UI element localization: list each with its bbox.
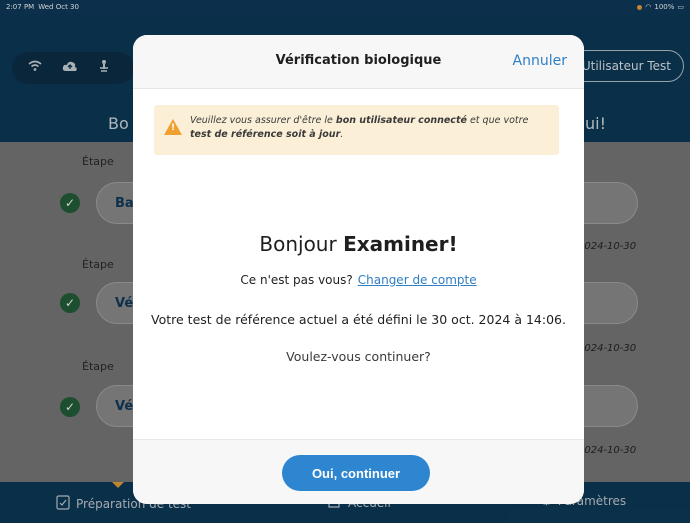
warning-icon: ! <box>164 119 182 135</box>
reference-test-info: Votre test de référence actuel a été déf… <box>151 312 566 327</box>
not-you-line: Ce n'est pas vous? Changer de compte <box>133 273 584 287</box>
greeting-word: Bonjour <box>259 232 337 256</box>
confirm-continue-button[interactable]: Oui, continuer <box>282 455 430 491</box>
biological-verification-dialog: Vérification biologique Annuler ! Veuill… <box>133 35 584 504</box>
cancel-button[interactable]: Annuler <box>513 53 567 69</box>
greeting: Bonjour Examiner! <box>133 232 584 256</box>
warning-text: Veuillez vous assurer d'être le bon util… <box>190 115 529 140</box>
change-account-link[interactable]: Changer de compte <box>358 273 477 287</box>
user-name: Examiner! <box>343 232 458 256</box>
dialog-footer: Oui, continuer <box>133 439 584 504</box>
continue-question: Voulez-vous continuer? <box>286 349 431 364</box>
dialog-header: Vérification biologique Annuler <box>133 35 584 89</box>
not-you-text: Ce n'est pas vous? <box>240 273 353 287</box>
warning-banner: ! Veuillez vous assurer d'être le bon ut… <box>154 105 559 155</box>
